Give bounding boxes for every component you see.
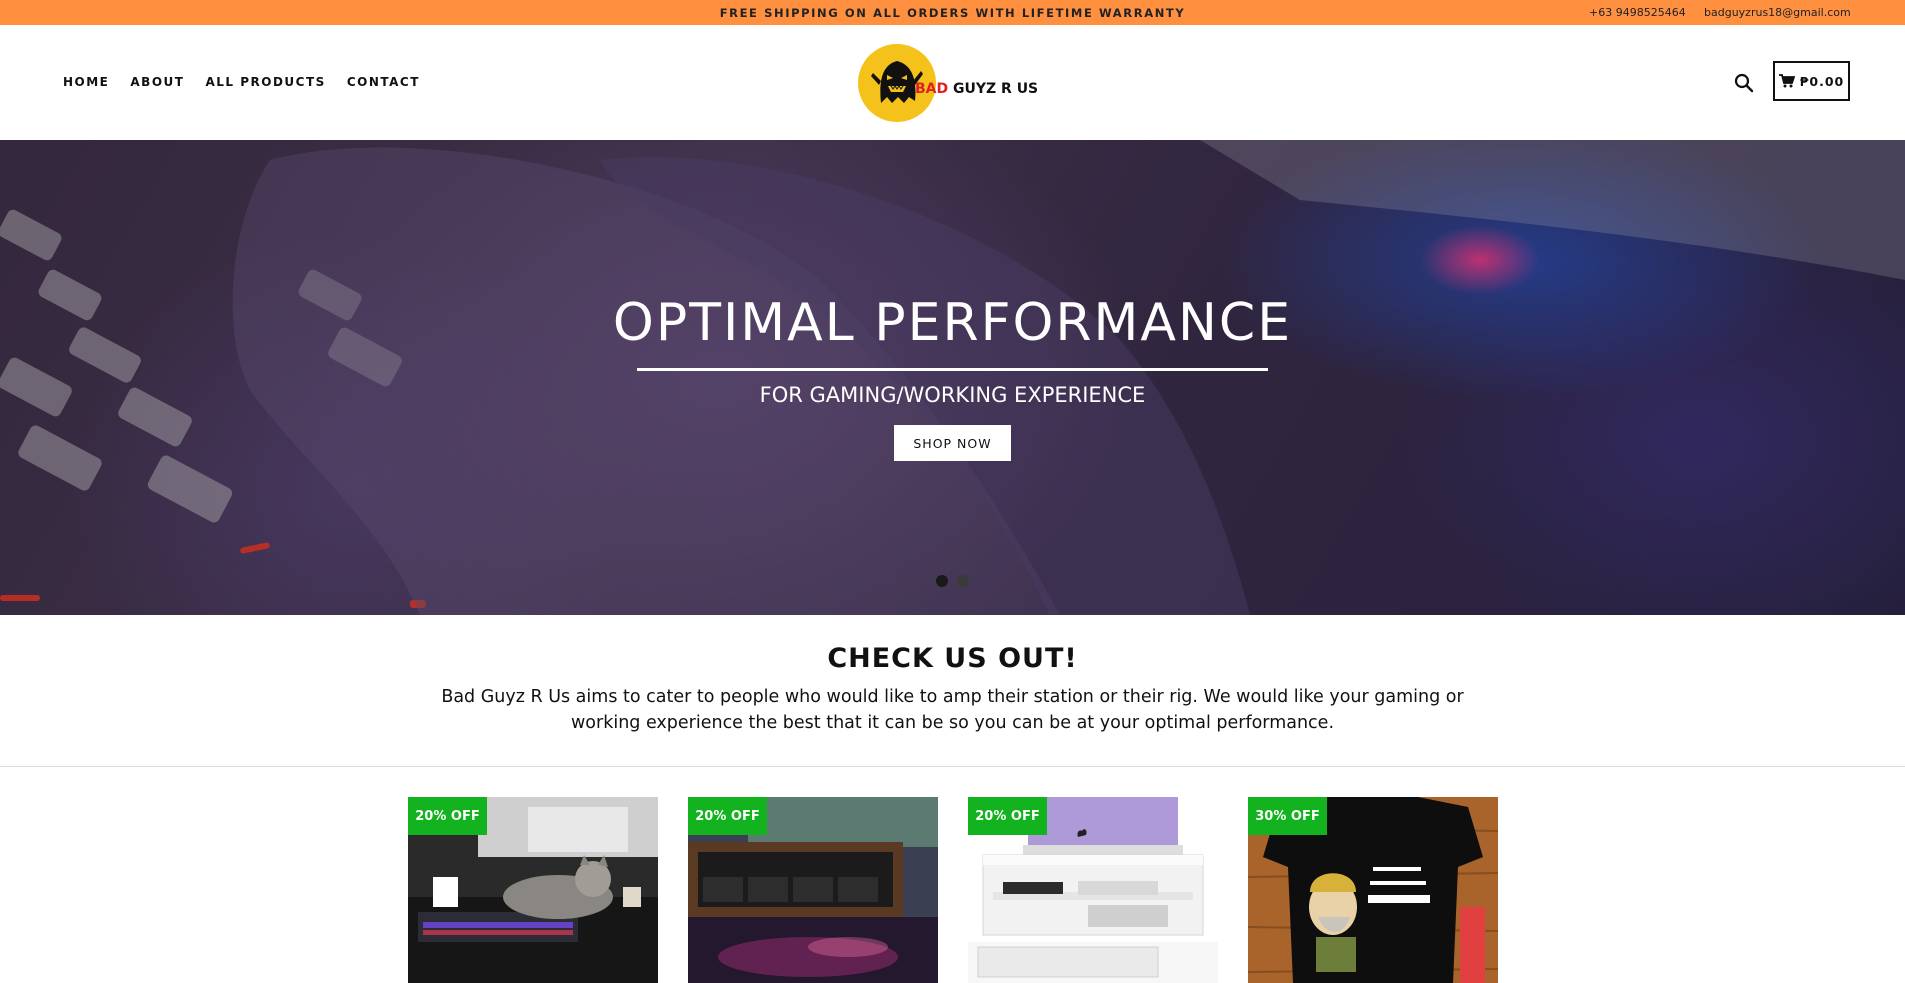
cart-button[interactable]: ₱0.00 xyxy=(1773,61,1850,101)
nav-contact[interactable]: CONTACT xyxy=(347,75,420,89)
product-card-cat-desk[interactable]: 20% OFF xyxy=(408,797,658,983)
email-address[interactable]: badguyzrus18@gmail.com xyxy=(1704,6,1851,19)
about-heading: CHECK US OUT! xyxy=(827,643,1078,674)
hero-subtitle: FOR GAMING/WORKING EXPERIENCE xyxy=(759,383,1146,407)
search-icon[interactable] xyxy=(1733,72,1755,94)
slide-dot-2[interactable] xyxy=(957,575,969,587)
product-card-tshirt[interactable]: 30% OFF xyxy=(1248,797,1498,983)
cart-icon xyxy=(1778,74,1795,88)
cart-total: ₱0.00 xyxy=(1799,73,1845,89)
shop-now-button[interactable]: SHOP NOW xyxy=(894,425,1011,461)
discount-badge: 20% OFF xyxy=(968,797,1047,835)
nav-all-products[interactable]: ALL PRODUCTS xyxy=(205,75,325,89)
hero-title: OPTIMAL PERFORMANCE xyxy=(612,293,1293,353)
discount-badge: 20% OFF xyxy=(408,797,487,835)
slide-dot-1[interactable] xyxy=(936,575,948,587)
nav-about[interactable]: ABOUT xyxy=(130,75,184,89)
hero-divider xyxy=(637,368,1268,371)
product-card-monitor-stand[interactable]: 20% OFF xyxy=(688,797,938,983)
logo-word-bad: BAD xyxy=(915,81,949,97)
discount-badge: 30% OFF xyxy=(1248,797,1327,835)
product-card-white-riser[interactable]: 20% OFF xyxy=(968,797,1218,983)
main-nav: HOME ABOUT ALL PRODUCTS CONTACT xyxy=(63,75,441,89)
hero-slider: OPTIMAL PERFORMANCE FOR GAMING/WORKING E… xyxy=(0,140,1905,615)
about-text: Bad Guyz R Us aims to cater to people wh… xyxy=(441,687,1464,733)
nav-home[interactable]: HOME xyxy=(63,75,109,89)
announcement-bar: FREE SHIPPING ON ALL ORDERS WITH LIFETIM… xyxy=(0,0,1905,25)
logo-word-rest: GUYZ R US xyxy=(953,81,1039,97)
section-divider xyxy=(0,766,1905,767)
discount-badge: 20% OFF xyxy=(688,797,767,835)
site-header: HOME ABOUT ALL PRODUCTS CONTACT BAD GUYZ… xyxy=(0,25,1905,140)
site-logo[interactable]: BAD GUYZ R US xyxy=(857,43,1041,123)
phone-number[interactable]: +63 9498525464 xyxy=(1589,6,1686,19)
